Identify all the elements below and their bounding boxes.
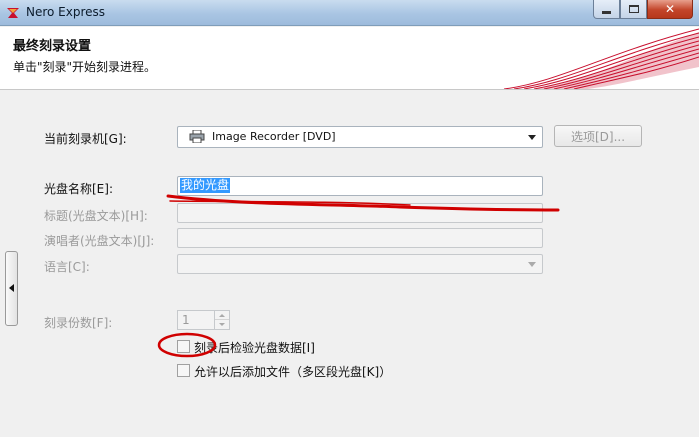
minimize-button[interactable] [593,0,620,19]
nero-swoosh-logo [503,28,699,89]
window-title: Nero Express [26,5,106,19]
side-panel-toggle[interactable] [5,251,18,326]
arrow-down-icon [219,323,225,326]
stepper-buttons [214,311,229,329]
recorder-value: Image Recorder [DVD] [212,130,336,143]
page-title: 最终刻录设置 [13,39,92,54]
stepper-down-button[interactable] [215,320,229,329]
maximize-button[interactable] [620,0,647,19]
verify-label: 刻录后检验光盘数据[I] [194,341,315,355]
close-icon: ✕ [664,2,676,16]
settings-panel: 当前刻录机[G]: Image Recorder [DVD] 选项[D]... … [0,91,699,437]
multisession-label: 允许以后添加文件（多区段光盘[K]） [194,365,392,379]
disc-name-input[interactable]: 我的光盘 [177,176,543,196]
disc-name-value: 我的光盘 [180,178,231,193]
copies-label: 刻录份数[F]: [44,316,113,330]
printer-icon [189,130,205,143]
language-label: 语言[C]: [44,260,90,274]
artist-label: 演唱者(光盘文本)[J]: [44,234,155,248]
close-button[interactable]: ✕ [647,0,693,19]
minimize-icon [602,10,611,14]
language-combobox[interactable] [177,254,543,274]
recorder-label: 当前刻录机[G]: [44,132,127,146]
verify-checkbox[interactable] [177,340,190,353]
artist-input[interactable] [177,228,543,248]
nero-flame-icon [7,8,19,18]
options-button[interactable]: 选项[D]... [554,125,642,147]
chevron-left-icon [9,284,14,292]
title-input[interactable] [177,203,543,223]
disc-name-label: 光盘名称[E]: [44,182,113,196]
multisession-checkbox[interactable] [177,364,190,377]
title-label: 标题(光盘文本)[H]: [44,209,148,223]
arrow-up-icon [219,313,225,317]
title-bar: Nero Express ✕ [0,0,699,26]
copies-stepper[interactable]: 1 [177,310,230,330]
recorder-combobox[interactable]: Image Recorder [DVD] [177,126,543,148]
chevron-down-icon [528,262,536,267]
stepper-up-button[interactable] [215,311,229,320]
maximize-icon [628,5,639,13]
copies-value: 1 [182,313,190,327]
chevron-down-icon [528,135,536,140]
window-controls: ✕ [593,0,693,19]
wizard-header: 最终刻录设置 单击"刻录"开始刻录进程。 [0,27,699,90]
page-subtitle: 单击"刻录"开始刻录进程。 [13,60,157,74]
